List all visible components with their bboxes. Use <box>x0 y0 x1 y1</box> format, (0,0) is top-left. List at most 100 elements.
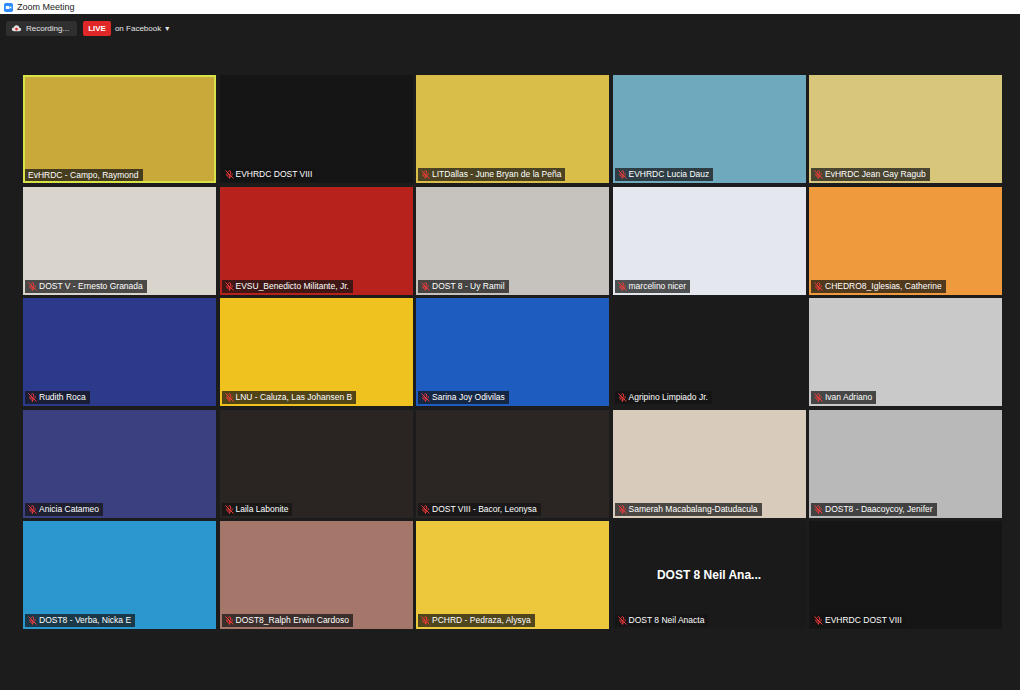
participant-tile[interactable]: EvHRDC Jean Gay Ragub <box>809 75 1002 183</box>
participant-tile[interactable]: EvHRDC - Campo, Raymond <box>23 75 216 183</box>
participant-name: marcelino nicer <box>629 282 687 291</box>
participant-name-label: LNU - Caluza, Las Johansen B <box>222 391 357 404</box>
participant-tile[interactable]: DOST8 - Daacoycoy, Jenifer <box>809 410 1002 518</box>
mic-muted-icon <box>814 616 823 625</box>
participant-name: EvHRDC Jean Gay Ragub <box>825 170 926 179</box>
participant-name-label: Anicia Catameo <box>25 503 103 516</box>
participant-name: PCHRD - Pedraza, Alysya <box>432 616 531 625</box>
participant-name: Samerah Macabalang-Datudacula <box>629 505 758 514</box>
mic-muted-icon <box>618 616 627 625</box>
participant-name-label: Samerah Macabalang-Datudacula <box>615 503 762 516</box>
participant-name-label: Agripino Limpiado Jr. <box>615 391 712 404</box>
mic-muted-icon <box>225 505 234 514</box>
participant-tile[interactable]: DOST8 - Verba, Nicka E <box>23 521 216 629</box>
participant-tile[interactable]: Anicia Catameo <box>23 410 216 518</box>
participant-tile[interactable]: LITDallas - June Bryan de la Peña <box>416 75 609 183</box>
participant-name: Agripino Limpiado Jr. <box>629 393 708 402</box>
participant-name: LNU - Caluza, Las Johansen B <box>236 393 353 402</box>
participant-display-name: DOST 8 Neil Ana... <box>651 568 767 582</box>
participant-name: DOST V - Ernesto Granada <box>39 282 143 291</box>
mic-muted-icon <box>28 505 37 514</box>
participant-name-label: DOST 8 Neil Anacta <box>615 614 709 627</box>
participant-tile[interactable]: Agripino Limpiado Jr. <box>613 298 806 406</box>
mic-muted-icon <box>618 393 627 402</box>
mic-muted-icon <box>814 282 823 291</box>
participant-tile[interactable]: DOST 8 Neil Ana... DOST 8 Neil Anacta <box>613 521 806 629</box>
participant-tile[interactable]: Ivan Adriano <box>809 298 1002 406</box>
participant-tile[interactable]: Sarina Joy Odivilas <box>416 298 609 406</box>
participant-name: Rudith Roca <box>39 393 86 402</box>
participant-name: EVHRDC DOST VIII <box>825 616 902 625</box>
participant-name-label: EVSU_Benedicto Militante, Jr. <box>222 280 353 293</box>
participant-name-label: EVHRDC DOST VIII <box>222 168 317 181</box>
participant-name-label: EvHRDC - Campo, Raymond <box>25 169 143 182</box>
dropdown-icon: ▾ <box>165 24 169 33</box>
participant-name-label: PCHRD - Pedraza, Alysya <box>418 614 535 627</box>
participant-name: CHEDRO8_Iglesias, Catherine <box>825 282 942 291</box>
participant-tile[interactable]: EVSU_Benedicto Militante, Jr. <box>220 187 413 295</box>
participant-name: EVSU_Benedicto Militante, Jr. <box>236 282 349 291</box>
mic-muted-icon <box>28 282 37 291</box>
mic-muted-icon <box>225 282 234 291</box>
participant-name-label: Laila Labonite <box>222 503 293 516</box>
participant-name-label: EvHRDC Jean Gay Ragub <box>811 168 930 181</box>
participant-tile[interactable]: EVHRDC DOST VIII <box>220 75 413 183</box>
participant-name-label: marcelino nicer <box>615 280 691 293</box>
participant-tile[interactable]: DOST VIII - Bacor, Leonysa <box>416 410 609 518</box>
participant-name-label: LITDallas - June Bryan de la Peña <box>418 168 565 181</box>
participant-name-label: DOST8 - Verba, Nicka E <box>25 614 135 627</box>
participant-name-label: EVHRDC DOST VIII <box>811 614 906 627</box>
participant-name-label: CHEDRO8_Iglesias, Catherine <box>811 280 946 293</box>
zoom-window: Zoom Meeting Recording... LIVE on Facebook ▾… <box>0 0 1020 690</box>
mic-muted-icon <box>225 616 234 625</box>
participant-name: DOST8 - Daacoycoy, Jenifer <box>825 505 933 514</box>
participant-name-label: EVHRDC Lucia Dauz <box>615 168 714 181</box>
participant-name-label: Ivan Adriano <box>811 391 876 404</box>
participant-tile[interactable]: DOST V - Ernesto Granada <box>23 187 216 295</box>
participant-name: Anicia Catameo <box>39 505 99 514</box>
participant-name-label: Sarina Joy Odivilas <box>418 391 509 404</box>
participant-tile[interactable]: DOST 8 - Uy Ramil <box>416 187 609 295</box>
mic-muted-icon <box>225 393 234 402</box>
participant-name-label: Rudith Roca <box>25 391 90 404</box>
title-bar: Zoom Meeting <box>0 0 1020 14</box>
participant-name-label: DOST8_Ralph Erwin Cardoso <box>222 614 353 627</box>
gallery-grid: EvHRDC - Campo, Raymond EVHRDC DOST VIII L… <box>0 40 1020 629</box>
recording-button[interactable]: Recording... <box>6 21 77 36</box>
mic-muted-icon <box>618 282 627 291</box>
participant-tile[interactable]: LNU - Caluza, Las Johansen B <box>220 298 413 406</box>
mic-muted-icon <box>814 505 823 514</box>
participant-name-label: DOST VIII - Bacor, Leonysa <box>418 503 541 516</box>
recording-icon <box>11 24 22 33</box>
mic-muted-icon <box>814 170 823 179</box>
participant-tile[interactable]: EVHRDC DOST VIII <box>809 521 1002 629</box>
participant-name-label: DOST8 - Daacoycoy, Jenifer <box>811 503 937 516</box>
participant-tile[interactable]: Laila Labonite <box>220 410 413 518</box>
live-stream-button[interactable]: LIVE on Facebook ▾ <box>83 21 169 36</box>
mic-muted-icon <box>814 393 823 402</box>
participant-name: Laila Labonite <box>236 505 289 514</box>
live-badge: LIVE <box>83 21 111 36</box>
participant-name: DOST8 - Verba, Nicka E <box>39 616 131 625</box>
participant-tile[interactable]: Samerah Macabalang-Datudacula <box>613 410 806 518</box>
participant-name: Sarina Joy Odivilas <box>432 393 505 402</box>
participant-name: EVHRDC Lucia Dauz <box>629 170 710 179</box>
mic-muted-icon <box>618 170 627 179</box>
participant-name: EVHRDC DOST VIII <box>236 170 313 179</box>
mic-muted-icon <box>618 505 627 514</box>
participant-tile[interactable]: PCHRD - Pedraza, Alysya <box>416 521 609 629</box>
participant-tile[interactable]: Rudith Roca <box>23 298 216 406</box>
participant-tile[interactable]: CHEDRO8_Iglesias, Catherine <box>809 187 1002 295</box>
participant-name-label: DOST V - Ernesto Granada <box>25 280 147 293</box>
mic-muted-icon <box>421 170 430 179</box>
participant-tile[interactable]: EVHRDC Lucia Dauz <box>613 75 806 183</box>
participant-tile[interactable]: DOST8_Ralph Erwin Cardoso <box>220 521 413 629</box>
participant-name: DOST 8 Neil Anacta <box>629 616 705 625</box>
participant-name-label: DOST 8 - Uy Ramil <box>418 280 509 293</box>
mic-muted-icon <box>421 616 430 625</box>
window-title: Zoom Meeting <box>17 3 75 12</box>
live-target: on Facebook <box>115 24 161 33</box>
mic-muted-icon <box>225 170 234 179</box>
recording-label: Recording... <box>26 24 69 33</box>
participant-tile[interactable]: marcelino nicer <box>613 187 806 295</box>
